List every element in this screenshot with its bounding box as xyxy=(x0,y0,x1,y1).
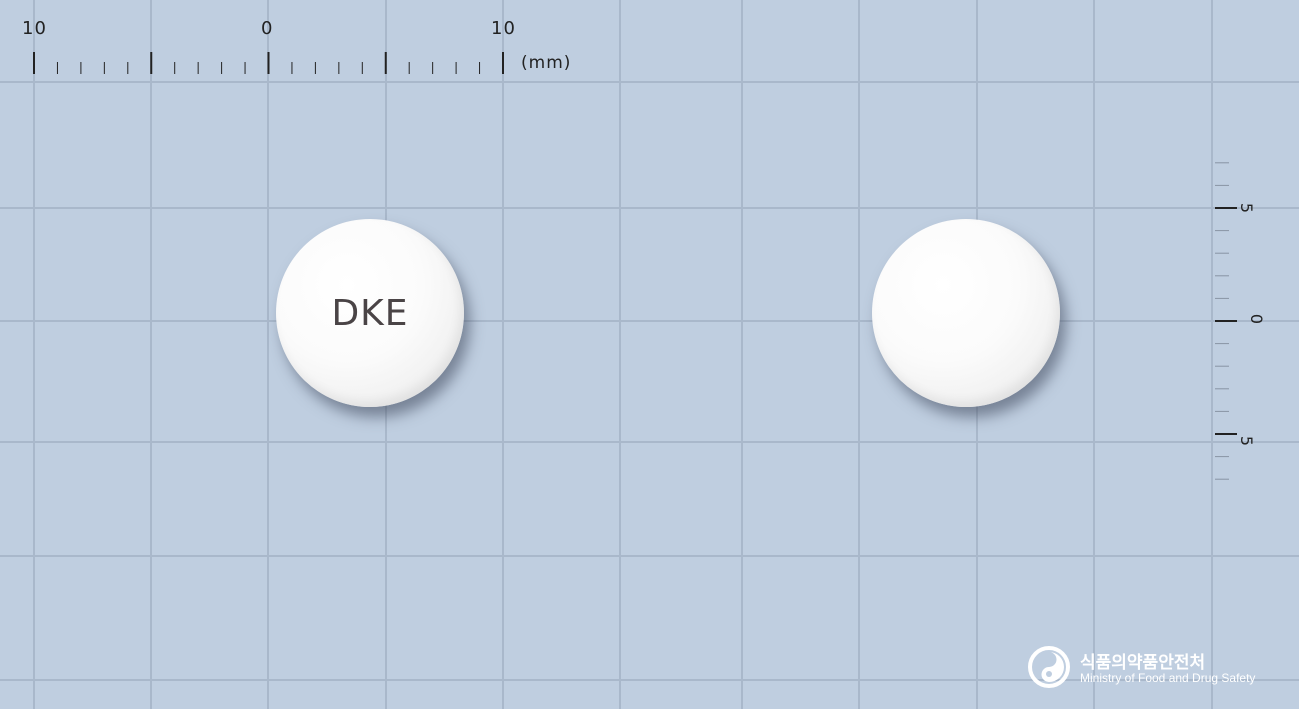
ruler-top-label-zero: 0 xyxy=(261,18,274,39)
background-grid xyxy=(0,0,1299,709)
logo-name-english: Ministry of Food and Drug Safety xyxy=(1080,671,1256,685)
pill-imprint: DKE xyxy=(331,293,409,334)
logo-name-korean: 식품의약품안전처 xyxy=(1080,653,1206,673)
ruler-top-label-right: 10 xyxy=(491,18,516,39)
right-mm-ruler xyxy=(1215,162,1237,480)
pill-identification-image: 10 0 10 (mm) 5 0 5 DKE 식품의약품안전처 Ministry… xyxy=(0,0,1299,709)
ruler-right-label-top: 5 xyxy=(1237,202,1257,215)
mfds-logo: 식품의약품안전처 Ministry of Food and Drug Safet… xyxy=(1028,646,1278,690)
ruler-unit-label: (mm) xyxy=(521,53,572,73)
mfds-logo-icon xyxy=(1028,646,1070,688)
pill-back xyxy=(872,219,1060,407)
pill-front: DKE xyxy=(276,219,464,407)
ruler-right-label-zero: 0 xyxy=(1247,313,1267,326)
ruler-right-label-bottom: 5 xyxy=(1237,435,1257,448)
ruler-top-label-left: 10 xyxy=(22,18,47,39)
top-mm-ruler xyxy=(33,52,504,74)
